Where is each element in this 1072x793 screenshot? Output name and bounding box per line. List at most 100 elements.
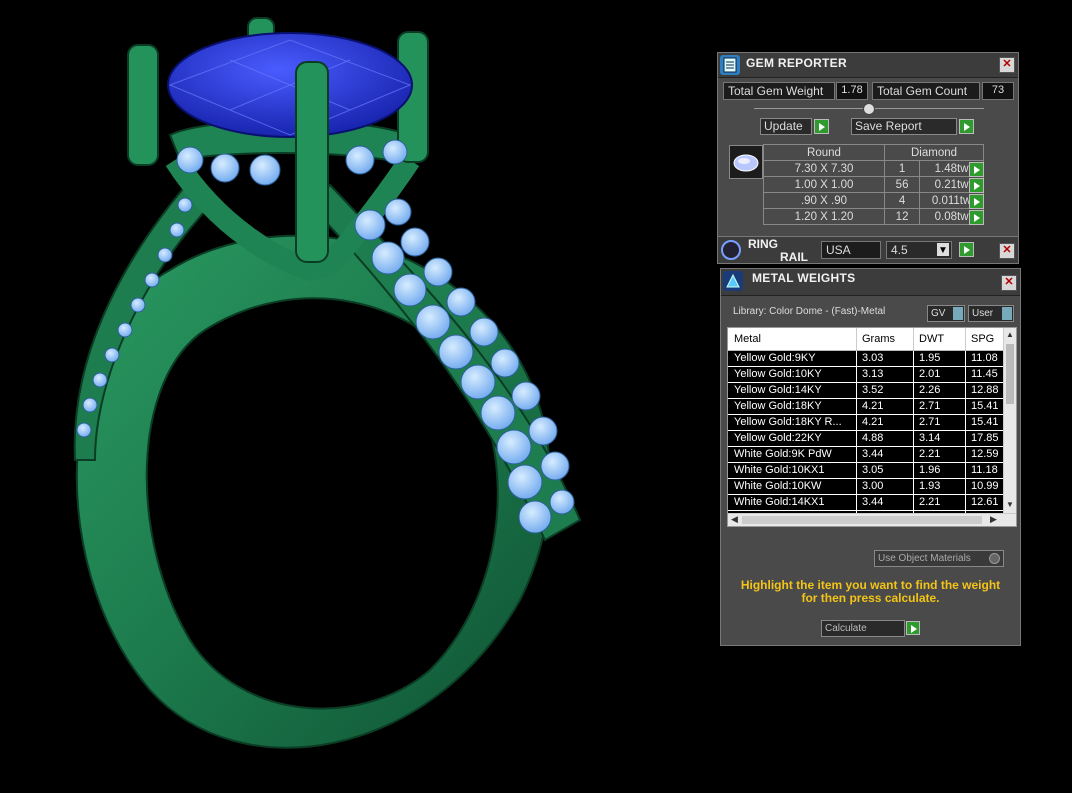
user-label: User (972, 308, 994, 319)
gem-count: 1 (883, 160, 921, 177)
splitter-knob-icon[interactable] (863, 103, 875, 115)
gem-reporter-icon (720, 55, 740, 75)
column-header-dwt[interactable]: DWT (919, 333, 965, 345)
table-row[interactable]: White Gold:10KX1 3.05 1.96 11.18 (728, 463, 1004, 479)
gem-table: Round Diamond 7.30 X 7.30 1 1.48tw 1.00 X … (763, 144, 984, 225)
metal-cell: White Gold:9K PdW (734, 448, 832, 460)
hint-line2: for then press calculate. (801, 591, 940, 605)
use-object-materials-label: Use Object Materials (878, 553, 971, 564)
dwt-cell: 3.14 (919, 432, 941, 444)
table-row[interactable]: White Gold:9K PdW 3.44 2.21 12.59 (728, 447, 1004, 463)
ring-rail-play-icon[interactable] (959, 242, 974, 257)
calculate-button[interactable]: Calculate (821, 620, 905, 637)
column-header-grams[interactable]: Grams (862, 333, 910, 345)
radio-icon (989, 553, 1000, 564)
vertical-scrollbar[interactable]: ▲ ▼ (1003, 328, 1016, 526)
grams-cell: 3.52 (862, 384, 884, 396)
save-report-play-icon[interactable] (959, 119, 974, 134)
gv-toggle[interactable]: GV (927, 305, 965, 322)
chevron-down-icon[interactable]: ▼ (937, 243, 949, 256)
gem-row[interactable]: 7.30 X 7.30 1 1.48tw (763, 160, 984, 177)
scroll-hthumb[interactable] (742, 516, 982, 524)
total-gem-count-value: 73 (982, 82, 1014, 100)
gem-row[interactable]: 1.00 X 1.00 56 0.21tw (763, 176, 984, 193)
metal-weights-title: METAL WEIGHTS (752, 271, 856, 285)
metal-cell: Yellow Gold:18KY R... (734, 416, 842, 428)
save-report-button[interactable]: Save Report (851, 118, 957, 135)
spg-cell: 15.41 (971, 400, 999, 412)
gem-row-play-icon[interactable] (969, 194, 984, 209)
ring-rail-panel: RING RAIL USA 4.5 ▼ ✕ (717, 236, 1019, 264)
calculate-play-icon[interactable] (906, 621, 920, 635)
grams-cell: 3.44 (862, 448, 884, 460)
gem-count: 4 (883, 192, 921, 209)
horizontal-scrollbar[interactable]: ◀ ▶ (728, 513, 1016, 526)
spg-cell: 17.85 (971, 432, 999, 444)
gem-row-play-icon[interactable] (969, 210, 984, 225)
table-row[interactable]: Yellow Gold:10KY 3.13 2.01 11.45 (728, 367, 1004, 383)
scroll-thumb[interactable] (1006, 344, 1014, 404)
gem-size: 1.00 X 1.00 (763, 176, 885, 193)
total-gem-weight-label: Total Gem Weight (723, 82, 835, 100)
close-icon[interactable]: ✕ (999, 243, 1015, 259)
grams-cell: 3.05 (862, 464, 884, 476)
calculate-hint: Highlight the item you want to find the … (721, 579, 1020, 605)
toggle-icon (1002, 307, 1012, 320)
ring-rail-title: RING RAIL (748, 238, 808, 264)
spg-cell: 11.08 (971, 352, 998, 364)
table-row[interactable]: White Gold:14KX1 3.44 2.21 12.61 (728, 495, 1004, 511)
table-row[interactable]: White Gold:10KW 3.00 1.93 10.99 (728, 479, 1004, 495)
gem-shape-header: Round (763, 144, 885, 161)
scroll-up-icon[interactable]: ▲ (1006, 330, 1014, 339)
metal-weights-table[interactable]: Metal Grams DWT SPG Yellow Gold:9KY 3.03 1… (727, 327, 1017, 527)
close-icon[interactable]: ✕ (1001, 275, 1017, 291)
gem-count: 56 (883, 176, 921, 193)
table-row[interactable]: Yellow Gold:9KY 3.03 1.95 11.08 (728, 351, 1004, 367)
metal-cell: Yellow Gold:9KY (734, 352, 816, 364)
gem-row-play-icon[interactable] (969, 178, 984, 193)
column-header-spg[interactable]: SPG (971, 333, 1004, 345)
grams-cell: 3.13 (862, 368, 884, 380)
update-play-icon[interactable] (814, 119, 829, 134)
metal-cell: Yellow Gold:18KY (734, 400, 822, 412)
dwt-cell: 2.71 (919, 416, 941, 428)
3d-viewport[interactable] (0, 0, 700, 790)
total-gem-count-label: Total Gem Count (872, 82, 980, 100)
ring-region-select[interactable]: USA (821, 241, 881, 259)
grams-cell: 4.21 (862, 416, 884, 428)
gem-row-play-icon[interactable] (969, 162, 984, 177)
close-icon[interactable]: ✕ (999, 57, 1015, 73)
grams-cell: 4.88 (862, 432, 884, 444)
dwt-cell: 2.01 (919, 368, 941, 380)
gem-row[interactable]: .90 X .90 4 0.011tw (763, 192, 984, 209)
update-button[interactable]: Update (760, 118, 812, 135)
table-row[interactable]: Yellow Gold:14KY 3.52 2.26 12.88 (728, 383, 1004, 399)
gem-row[interactable]: 1.20 X 1.20 12 0.08tw (763, 208, 984, 225)
gem-reporter-panel: GEM REPORTER ✕ Total Gem Weight 1.78 Tot… (717, 52, 1019, 238)
table-header: Metal Grams DWT SPG (728, 328, 1004, 351)
gem-size: 7.30 X 7.30 (763, 160, 885, 177)
spg-cell: 12.59 (971, 448, 999, 460)
table-row[interactable]: Yellow Gold:22KY 4.88 3.14 17.85 (728, 431, 1004, 447)
table-row[interactable]: Yellow Gold:18KY R... 4.21 2.71 15.41 (728, 415, 1004, 431)
scroll-left-icon[interactable]: ◀ (731, 514, 738, 525)
scroll-right-icon[interactable]: ▶ (990, 514, 997, 525)
grams-cell: 4.21 (862, 400, 884, 412)
grams-cell: 3.03 (862, 352, 884, 364)
ring-rail-title-line2: RAIL (780, 250, 808, 264)
ring-size-select[interactable]: 4.5 ▼ (886, 241, 952, 259)
scroll-down-icon[interactable]: ▼ (1006, 500, 1014, 509)
grams-cell: 3.44 (862, 496, 884, 508)
metal-cell: Yellow Gold:22KY (734, 432, 822, 444)
table-row[interactable]: Yellow Gold:18KY 4.21 2.71 15.41 (728, 399, 1004, 415)
use-object-materials-select[interactable]: Use Object Materials (874, 550, 1004, 567)
metal-weights-titlebar[interactable]: METAL WEIGHTS ✕ (721, 269, 1020, 296)
column-header-metal[interactable]: Metal (734, 333, 856, 345)
metal-cell: Yellow Gold:14KY (734, 384, 822, 396)
total-gem-weight-value: 1.78 (836, 82, 868, 100)
grams-cell: 3.00 (862, 480, 884, 492)
metal-weights-panel: METAL WEIGHTS ✕ Library: Color Dome - (F… (720, 268, 1021, 646)
ring-rail-icon (721, 240, 741, 260)
user-toggle[interactable]: User (968, 305, 1014, 322)
gem-reporter-titlebar[interactable]: GEM REPORTER ✕ (718, 53, 1018, 78)
